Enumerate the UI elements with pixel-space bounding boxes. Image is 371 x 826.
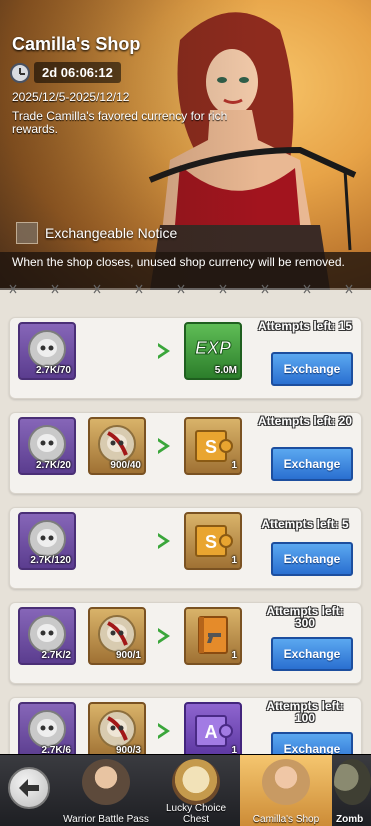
item-quantity: 1 bbox=[231, 745, 237, 754]
skull-token-item[interactable]: 2.7K/70 bbox=[18, 322, 76, 380]
item-quantity: 1 bbox=[231, 460, 237, 471]
item-quantity: 2.7K/2 bbox=[41, 650, 71, 661]
reward-item[interactable]: S 1 bbox=[184, 417, 242, 475]
tab-label: Warrior Battle Pass bbox=[63, 814, 149, 825]
shop-description: Trade Camilla's favored currency for ric… bbox=[12, 109, 228, 136]
tab-label: Lucky Choice Chest bbox=[165, 803, 227, 825]
bloody-token-item[interactable]: 900/1 bbox=[88, 607, 146, 665]
svg-text:S: S bbox=[205, 532, 217, 552]
exchange-button[interactable]: Exchange bbox=[271, 542, 353, 576]
exchange-row: 2.7K/20 900/40 S 1 Attempts left: 20 Exc… bbox=[9, 412, 362, 494]
reward-item[interactable]: EXP 5.0M bbox=[184, 322, 242, 380]
timer-value: 2d 06:06:12 bbox=[34, 62, 121, 83]
exchange-row: 2.7K/2 900/1 1 Attempts left: 300 Exchan… bbox=[9, 602, 362, 684]
notice-label: Exchangeable Notice bbox=[45, 225, 178, 241]
countdown-timer: 2d 06:06:12 bbox=[10, 62, 121, 83]
exchange-button[interactable]: Exchange bbox=[271, 447, 353, 481]
notice-text: When the shop closes, unused shop curren… bbox=[0, 252, 371, 288]
exchange-row: 2.7K/120 S 1 Attempts left: 5 Exchange bbox=[9, 507, 362, 589]
arrow-right-icon bbox=[153, 438, 170, 454]
item-quantity: 900/3 bbox=[115, 745, 141, 754]
barbed-wire-divider bbox=[0, 284, 371, 294]
tab-warrior-battle-pass[interactable]: Warrior Battle Pass bbox=[62, 755, 150, 826]
reward-item[interactable]: A 1 bbox=[184, 702, 242, 754]
item-quantity: 900/40 bbox=[110, 460, 141, 471]
clock-icon bbox=[10, 62, 30, 83]
camilla-thumb bbox=[262, 759, 310, 805]
skull-token-item[interactable]: 2.7K/120 bbox=[18, 512, 76, 570]
skull-token-item[interactable]: 2.7K/2 bbox=[18, 607, 76, 665]
back-arrow-icon bbox=[19, 779, 39, 797]
item-quantity: 2.7K/20 bbox=[35, 460, 71, 471]
exchangeable-notice[interactable]: Exchangeable Notice bbox=[16, 222, 177, 244]
tab-zomb[interactable]: Zomb bbox=[334, 755, 371, 826]
item-quantity: 900/1 bbox=[115, 650, 141, 661]
item-quantity: 2.7K/6 bbox=[41, 745, 71, 754]
svg-text:A: A bbox=[205, 722, 218, 742]
item-quantity: 1 bbox=[231, 555, 237, 566]
exchange-button[interactable]: Exchange bbox=[271, 732, 353, 754]
attempts-left: Attempts left: 20 bbox=[257, 414, 352, 428]
event-dates: 2025/12/5-2025/12/12 bbox=[12, 90, 130, 104]
tab-lucky-choice-chest[interactable]: Lucky Choice Chest bbox=[152, 755, 240, 826]
item-quantity: 5.0M bbox=[214, 365, 237, 376]
tab-label: Zomb bbox=[336, 814, 364, 825]
zomb-thumb bbox=[334, 759, 371, 805]
lucky-chest-icon bbox=[172, 759, 220, 805]
reward-item[interactable]: 1 bbox=[184, 607, 242, 665]
bloody-token-item[interactable]: 900/40 bbox=[88, 417, 146, 475]
skull-token-item[interactable]: 2.7K/20 bbox=[18, 417, 76, 475]
item-quantity: 2.7K/120 bbox=[30, 555, 71, 566]
arrow-right-icon bbox=[153, 723, 170, 739]
shop-banner: Camilla's Shop 2d 06:06:12 2025/12/5-202… bbox=[0, 0, 371, 290]
item-quantity: 1 bbox=[231, 650, 237, 661]
notice-checkbox[interactable] bbox=[16, 222, 38, 244]
svg-text:S: S bbox=[205, 437, 217, 457]
exchange-button[interactable]: Exchange bbox=[271, 637, 353, 671]
bottom-tab-bar: Warrior Battle Pass Lucky Choice Chest C… bbox=[0, 754, 371, 826]
tab-camillas-shop[interactable]: Camilla's Shop bbox=[240, 755, 332, 826]
exchange-list[interactable]: 2.7K/70 EXP 5.0M Attempts left: 15 Excha… bbox=[0, 294, 371, 754]
tab-label: Camilla's Shop bbox=[252, 814, 320, 825]
item-quantity: 2.7K/70 bbox=[35, 365, 71, 376]
attempts-left: Attempts left: 300 bbox=[266, 604, 344, 630]
attempts-left: Attempts left: 5 bbox=[261, 517, 349, 531]
bloody-token-item[interactable]: 900/3 bbox=[88, 702, 146, 754]
exchange-row: 2.7K/70 EXP 5.0M Attempts left: 15 Excha… bbox=[9, 317, 362, 399]
warrior-portrait bbox=[82, 759, 130, 805]
attempts-left: Attempts left: 100 bbox=[266, 699, 344, 725]
back-button[interactable] bbox=[8, 767, 50, 809]
reward-item[interactable]: S 1 bbox=[184, 512, 242, 570]
exchange-button[interactable]: Exchange bbox=[271, 352, 353, 386]
skull-token-item[interactable]: 2.7K/6 bbox=[18, 702, 76, 754]
attempts-left: Attempts left: 15 bbox=[257, 319, 352, 333]
page-title: Camilla's Shop bbox=[12, 34, 141, 54]
arrow-right-icon bbox=[153, 628, 170, 644]
arrow-right-icon bbox=[153, 343, 170, 359]
exchange-row: 2.7K/6 900/3 A 1 Attempts left: 100 Exch… bbox=[9, 697, 362, 754]
svg-text:EXP: EXP bbox=[195, 338, 232, 358]
arrow-right-icon bbox=[153, 533, 170, 549]
